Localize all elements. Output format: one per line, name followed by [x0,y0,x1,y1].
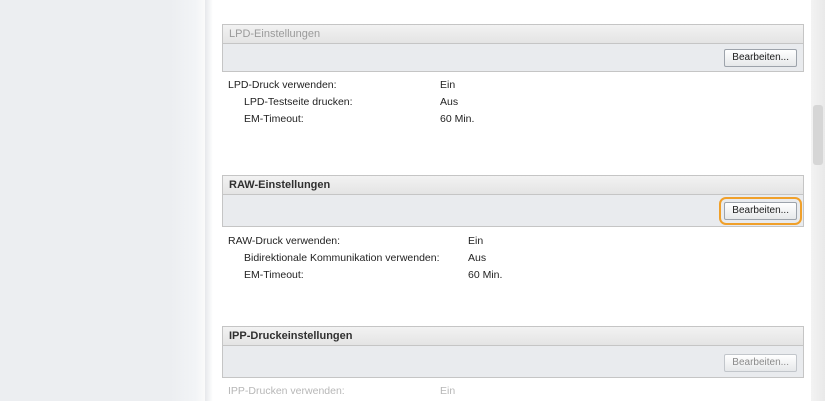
raw-settings-list: RAW-Druck verwenden: Ein Bidirektionale … [222,233,804,284]
setting-value: 60 Min. [440,113,475,125]
setting-label: EM-Timeout: [244,269,304,281]
lpd-row-print: LPD-Druck verwenden: Ein [222,77,804,94]
scrollbar-track[interactable] [811,0,825,401]
ipp-settings-section: IPP-Druckeinstellungen Bearbeiten... IPP… [222,326,804,400]
setting-value: Ein [440,79,456,91]
setting-label: LPD-Testseite drucken: [244,96,353,108]
left-sidebar [0,0,205,401]
raw-settings-section: RAW-Einstellungen Bearbeiten... RAW-Druc… [222,175,804,284]
raw-edit-button[interactable]: Bearbeiten... [719,197,802,225]
lpd-settings-section: LPD-Einstellungen Bearbeiten... LPD-Druc… [222,24,804,128]
lpd-row-testpage: LPD-Testseite drucken: Aus [222,94,804,111]
lpd-settings-list: LPD-Druck verwenden: Ein LPD-Testseite d… [222,77,804,128]
lpd-section-toolbar: Bearbeiten... [222,43,804,72]
lpd-row-timeout: EM-Timeout: 60 Min. [222,111,804,128]
raw-row-timeout: EM-Timeout: 60 Min. [222,267,804,284]
setting-value: 60 Min. [468,269,503,281]
setting-label: LPD-Druck verwenden: [228,79,337,91]
ipp-row-print: IPP-Drucken verwenden: Ein [222,383,804,400]
lpd-edit-button[interactable]: Bearbeiten... [724,49,797,67]
ipp-settings-list: IPP-Drucken verwenden: Ein [222,383,804,400]
setting-value: Aus [440,96,459,108]
lpd-section-title: LPD-Einstellungen [222,24,804,43]
setting-label: Bidirektionale Kommunikation verwenden: [244,252,440,264]
setting-label: EM-Timeout: [244,113,304,125]
raw-row-print: RAW-Druck verwenden: Ein [222,233,804,250]
ipp-section-title: IPP-Druckeinstellungen [222,326,804,345]
setting-value: Ein [440,385,456,397]
raw-row-bidirectional: Bidirektionale Kommunikation verwenden: … [222,250,804,267]
raw-section-toolbar: Bearbeiten... [222,194,804,227]
raw-section-title: RAW-Einstellungen [222,175,804,194]
ipp-section-toolbar: Bearbeiten... [222,345,804,378]
scrollbar-thumb[interactable] [813,105,823,165]
setting-value: Ein [468,235,484,247]
setting-label: IPP-Drucken verwenden: [228,385,345,397]
setting-label: RAW-Druck verwenden: [228,235,341,247]
ipp-edit-button[interactable]: Bearbeiten... [724,354,797,372]
sidebar-divider [205,0,213,401]
setting-value: Aus [468,252,487,264]
